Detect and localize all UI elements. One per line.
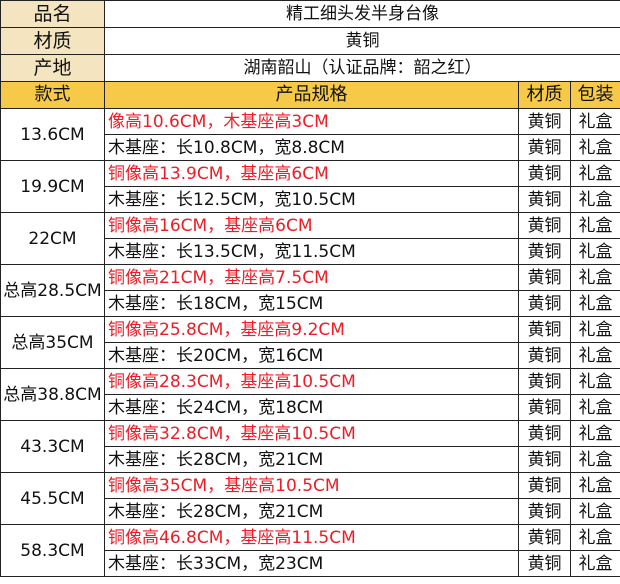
material-cell: 黄铜 <box>518 238 571 265</box>
package-cell: 礼盒 <box>569 316 620 343</box>
table-row: 45.5CM 铜像高35CM，基座高10.5CM 黄铜 礼盒 <box>0 472 620 525</box>
spec-base-cell: 木基座：长33CM，宽23CM <box>104 550 519 577</box>
material-cell: 黄铜 <box>518 134 571 161</box>
table-header-row: 款式 产品规格 材质 包装 <box>0 81 620 109</box>
material-cell: 黄铜 <box>518 498 571 525</box>
material-cell: 黄铜 <box>518 160 571 187</box>
package-cell: 礼盒 <box>569 368 620 395</box>
style-cell: 58.3CM <box>0 524 105 577</box>
package-cell: 礼盒 <box>569 290 620 317</box>
table-row: 22CM 铜像高16CM，基座高6CM 黄铜 礼盒 <box>0 212 620 265</box>
spec-height-cell: 铜像高21CM，基座高7.5CM <box>104 264 519 291</box>
material-cell: 黄铜 <box>518 264 571 291</box>
package-cell: 礼盒 <box>569 446 620 473</box>
material-cell: 黄铜 <box>518 446 571 473</box>
material-cell: 黄铜 <box>518 524 571 551</box>
package-cell: 礼盒 <box>569 212 620 239</box>
material-cell: 黄铜 <box>518 550 571 577</box>
spec-base-cell: 木基座：长13.5CM，宽11.5CM <box>104 238 519 265</box>
material-cell: 黄铜 <box>518 394 571 421</box>
info-row-name: 品名 精工细头发半身台像 <box>0 0 620 28</box>
style-cell: 43.3CM <box>0 420 105 473</box>
spec-height-cell: 像高10.6CM，木基座高3CM <box>104 108 519 135</box>
table-row: 总高38.8CM 铜像高28.3CM，基座高10.5CM 黄铜 礼盒 <box>0 368 620 421</box>
package-cell: 礼盒 <box>569 134 620 161</box>
package-cell: 礼盒 <box>569 108 620 135</box>
style-cell: 总高35CM <box>0 316 105 369</box>
material-cell: 黄铜 <box>518 108 571 135</box>
material-cell: 黄铜 <box>518 212 571 239</box>
package-cell: 礼盒 <box>569 524 620 551</box>
spec-base-cell: 木基座：长20CM，宽16CM <box>104 342 519 369</box>
package-cell: 礼盒 <box>569 498 620 525</box>
info-row-material: 材质 黄铜 <box>0 27 620 55</box>
header-package: 包装 <box>569 81 620 109</box>
package-cell: 礼盒 <box>569 238 620 265</box>
style-cell: 总高28.5CM <box>0 264 105 317</box>
origin-label: 产地 <box>0 54 105 82</box>
spec-base-cell: 木基座：长24CM，宽18CM <box>104 394 519 421</box>
style-cell: 总高38.8CM <box>0 368 105 421</box>
spec-base-cell: 木基座：长18CM，宽15CM <box>104 290 519 317</box>
material-cell: 黄铜 <box>518 420 571 447</box>
material-cell: 黄铜 <box>518 342 571 369</box>
info-row-origin: 产地 湖南韶山（认证品牌：韶之红） <box>0 54 620 82</box>
spec-base-cell: 木基座：长28CM，宽21CM <box>104 446 519 473</box>
spec-base-cell: 木基座：长12.5CM，宽10.5CM <box>104 186 519 213</box>
material-label: 材质 <box>0 27 105 55</box>
name-value: 精工细头发半身台像 <box>103 0 620 28</box>
spec-height-cell: 铜像高46.8CM，基座高11.5CM <box>104 524 519 551</box>
table-row: 43.3CM 铜像高32.8CM，基座高10.5CM 黄铜 礼盒 <box>0 420 620 473</box>
material-cell: 黄铜 <box>518 186 571 213</box>
table-row: 58.3CM 铜像高46.8CM，基座高11.5CM 黄铜 礼盒 <box>0 524 620 577</box>
product-spec-table: 品名 精工细头发半身台像 材质 黄铜 产地 湖南韶山（认证品牌：韶之红） 款式 … <box>0 0 620 577</box>
package-cell: 礼盒 <box>569 472 620 499</box>
material-value: 黄铜 <box>103 27 620 55</box>
header-style: 款式 <box>0 81 105 109</box>
package-cell: 礼盒 <box>569 394 620 421</box>
table-row: 总高35CM 铜像高25.8CM，基座高9.2CM 黄铜 礼盒 <box>0 316 620 369</box>
style-cell: 22CM <box>0 212 105 265</box>
spec-height-cell: 铜像高28.3CM，基座高10.5CM <box>104 368 519 395</box>
package-cell: 礼盒 <box>569 186 620 213</box>
origin-value: 湖南韶山（认证品牌：韶之红） <box>103 54 620 82</box>
spec-base-cell: 木基座：长28CM，宽21CM <box>104 498 519 525</box>
name-label: 品名 <box>0 0 105 28</box>
material-cell: 黄铜 <box>518 368 571 395</box>
header-material: 材质 <box>518 81 571 109</box>
table-row: 总高28.5CM 铜像高21CM，基座高7.5CM 黄铜 礼盒 <box>0 264 620 317</box>
package-cell: 礼盒 <box>569 264 620 291</box>
package-cell: 礼盒 <box>569 420 620 447</box>
package-cell: 礼盒 <box>569 160 620 187</box>
package-cell: 礼盒 <box>569 342 620 369</box>
material-cell: 黄铜 <box>518 290 571 317</box>
table-row: 13.6CM 像高10.6CM，木基座高3CM 黄铜 礼盒 <box>0 108 620 161</box>
spec-height-cell: 铜像高35CM，基座高10.5CM <box>104 472 519 499</box>
style-cell: 19.9CM <box>0 160 105 213</box>
material-cell: 黄铜 <box>518 316 571 343</box>
style-cell: 13.6CM <box>0 108 105 161</box>
spec-height-cell: 铜像高13.9CM，基座高6CM <box>104 160 519 187</box>
header-spec: 产品规格 <box>104 81 519 109</box>
table-row: 19.9CM 铜像高13.9CM，基座高6CM 黄铜 礼盒 <box>0 160 620 213</box>
spec-base-cell: 木基座：长10.8CM，宽8.8CM <box>104 134 519 161</box>
material-cell: 黄铜 <box>518 472 571 499</box>
spec-height-cell: 铜像高32.8CM，基座高10.5CM <box>104 420 519 447</box>
spec-height-cell: 铜像高16CM，基座高6CM <box>104 212 519 239</box>
spec-height-cell: 铜像高25.8CM，基座高9.2CM <box>104 316 519 343</box>
style-cell: 45.5CM <box>0 472 105 525</box>
package-cell: 礼盒 <box>569 550 620 577</box>
